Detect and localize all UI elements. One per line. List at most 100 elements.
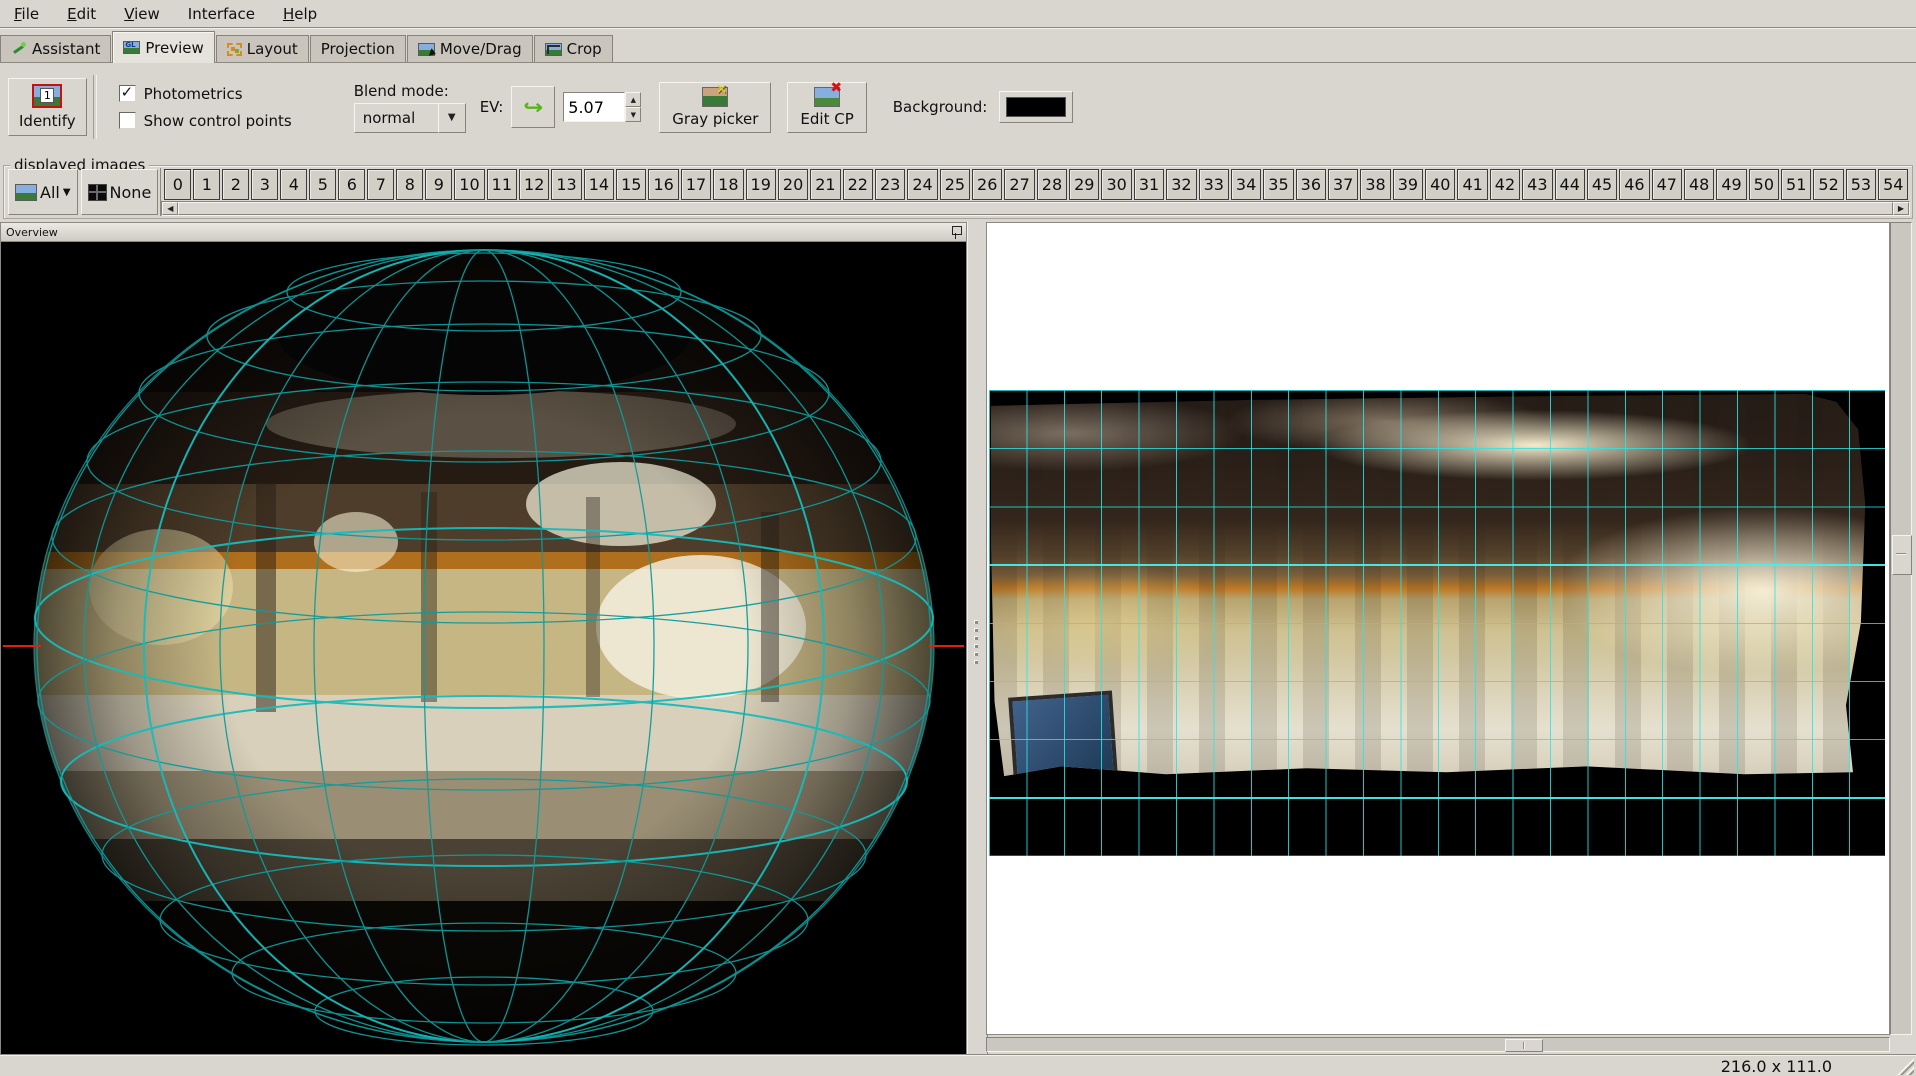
ev-input[interactable] (563, 92, 625, 122)
image-toggle-button-15[interactable]: 15 (616, 169, 646, 200)
image-toggle-button-2[interactable]: 2 (222, 169, 249, 200)
panorama-preview[interactable] (989, 390, 1885, 856)
image-toggle-button-4[interactable]: 4 (280, 169, 307, 200)
pane-splitter[interactable] (967, 222, 988, 1054)
image-toggle-button-35[interactable]: 35 (1263, 169, 1293, 200)
tab-layout[interactable]: Layout (216, 35, 309, 62)
image-toggle-button-27[interactable]: 27 (1004, 169, 1034, 200)
image-toggle-button-10[interactable]: 10 (454, 169, 484, 200)
image-toggle-button-31[interactable]: 31 (1134, 169, 1164, 200)
image-toggle-button-16[interactable]: 16 (648, 169, 678, 200)
image-toggle-button-52[interactable]: 52 (1813, 169, 1843, 200)
overview-header[interactable]: Overview (1, 223, 966, 242)
preview-horizontal-scrollbar-thumb[interactable] (1505, 1039, 1543, 1052)
background-color-button[interactable] (999, 91, 1073, 123)
image-toggle-button-40[interactable]: 40 (1425, 169, 1455, 200)
show-no-images-button[interactable]: None (81, 169, 159, 215)
menu-edit[interactable]: Edit (53, 2, 110, 26)
image-toggle-button-48[interactable]: 48 (1684, 169, 1714, 200)
image-toggle-button-54[interactable]: 54 (1878, 169, 1908, 200)
pin-icon[interactable] (951, 226, 961, 239)
image-toggle-button-28[interactable]: 28 (1037, 169, 1067, 200)
identify-button[interactable]: 1 Identify (8, 78, 87, 136)
image-toggle-button-47[interactable]: 47 (1652, 169, 1682, 200)
image-toggle-button-11[interactable]: 11 (487, 169, 517, 200)
image-toggle-button-37[interactable]: 37 (1328, 169, 1358, 200)
resize-grip[interactable] (1897, 1058, 1914, 1075)
image-toggle-button-43[interactable]: 43 (1522, 169, 1552, 200)
image-toggle-button-14[interactable]: 14 (584, 169, 614, 200)
image-toggle-button-8[interactable]: 8 (396, 169, 423, 200)
tab-assistant[interactable]: Assistant (0, 35, 111, 62)
panosphere-canvas[interactable] (1, 242, 966, 1055)
image-toggle-button-9[interactable]: 9 (425, 169, 452, 200)
image-toggle-button-30[interactable]: 30 (1101, 169, 1131, 200)
image-toggle-button-0[interactable]: 0 (164, 169, 191, 200)
image-toggle-button-53[interactable]: 53 (1846, 169, 1876, 200)
tab-projection[interactable]: Projection (310, 35, 406, 62)
menu-file[interactable]: File (0, 2, 53, 26)
image-toggle-button-32[interactable]: 32 (1166, 169, 1196, 200)
image-toggle-button-6[interactable]: 6 (338, 169, 365, 200)
spinner-up-icon[interactable]: ▲ (625, 92, 641, 107)
image-toggle-button-25[interactable]: 25 (940, 169, 970, 200)
scroll-left-icon[interactable]: ◀ (162, 202, 178, 215)
image-toggle-button-18[interactable]: 18 (713, 169, 743, 200)
image-toggle-button-1[interactable]: 1 (193, 169, 220, 200)
image-toggle-button-44[interactable]: 44 (1555, 169, 1585, 200)
image-toggle-button-17[interactable]: 17 (681, 169, 711, 200)
blend-mode-select[interactable]: normal ▼ (354, 103, 466, 133)
image-toggle-button-46[interactable]: 46 (1619, 169, 1649, 200)
scroll-right-icon[interactable]: ▶ (1893, 202, 1909, 215)
image-toggle-button-7[interactable]: 7 (367, 169, 394, 200)
image-toggle-button-45[interactable]: 45 (1587, 169, 1617, 200)
image-toggle-button-26[interactable]: 26 (972, 169, 1002, 200)
photometrics-checkbox-box[interactable] (119, 85, 136, 102)
photometrics-checkbox[interactable]: Photometrics (119, 85, 292, 103)
image-strip-scrollbar-thumb[interactable] (178, 202, 1893, 215)
preview-horizontal-scrollbar[interactable] (986, 1037, 1890, 1052)
tab-preview[interactable]: GL Preview (112, 31, 214, 63)
image-toggle-button-29[interactable]: 29 (1069, 169, 1099, 200)
ev-apply-button[interactable]: ↪ (511, 86, 555, 128)
image-toggle-button-41[interactable]: 41 (1457, 169, 1487, 200)
image-toggle-button-39[interactable]: 39 (1393, 169, 1423, 200)
preview-vertical-scrollbar[interactable] (1890, 222, 1912, 1035)
image-toggle-button-36[interactable]: 36 (1296, 169, 1326, 200)
displayed-images-frame: displayed images All▼ None 0123456789101… (3, 165, 1913, 219)
image-toggle-button-3[interactable]: 3 (251, 169, 278, 200)
image-toggle-button-13[interactable]: 13 (551, 169, 581, 200)
image-toggle-button-38[interactable]: 38 (1360, 169, 1390, 200)
image-toggle-button-34[interactable]: 34 (1231, 169, 1261, 200)
image-toggle-button-50[interactable]: 50 (1749, 169, 1779, 200)
image-toggle-button-12[interactable]: 12 (519, 169, 549, 200)
image-toggle-button-42[interactable]: 42 (1490, 169, 1520, 200)
image-toggle-button-21[interactable]: 21 (810, 169, 840, 200)
menu-interface[interactable]: Interface (174, 2, 269, 26)
image-toggle-button-20[interactable]: 20 (778, 169, 808, 200)
preview-vertical-scrollbar-thumb[interactable] (1892, 535, 1912, 575)
image-toggle-button-23[interactable]: 23 (875, 169, 905, 200)
image-toggle-button-5[interactable]: 5 (309, 169, 336, 200)
show-control-points-checkbox[interactable]: Show control points (119, 112, 292, 130)
tab-crop[interactable]: Crop (534, 35, 613, 62)
gray-picker-button[interactable]: Gray picker (659, 82, 771, 133)
edit-cp-button[interactable]: Edit CP (787, 82, 866, 133)
image-toggle-button-33[interactable]: 33 (1199, 169, 1229, 200)
image-toggle-button-22[interactable]: 22 (843, 169, 873, 200)
photometrics-label: Photometrics (144, 85, 243, 103)
show-all-images-button[interactable]: All▼ (8, 169, 78, 215)
tab-movedrag[interactable]: Move/Drag (407, 35, 533, 62)
image-strip-scrollbar[interactable]: ◀ ▶ (161, 201, 1910, 216)
show-control-points-checkbox-box[interactable] (119, 112, 136, 129)
spinner-down-icon[interactable]: ▼ (625, 107, 641, 122)
image-toggle-button-24[interactable]: 24 (907, 169, 937, 200)
image-toggle-button-19[interactable]: 19 (746, 169, 776, 200)
chevron-down-icon[interactable]: ▼ (438, 103, 466, 133)
preview-pane[interactable] (986, 222, 1890, 1035)
all-images-label: All (40, 183, 60, 202)
image-toggle-button-49[interactable]: 49 (1716, 169, 1746, 200)
menu-help[interactable]: Help (269, 2, 331, 26)
menu-view[interactable]: View (110, 2, 174, 26)
image-toggle-button-51[interactable]: 51 (1781, 169, 1811, 200)
